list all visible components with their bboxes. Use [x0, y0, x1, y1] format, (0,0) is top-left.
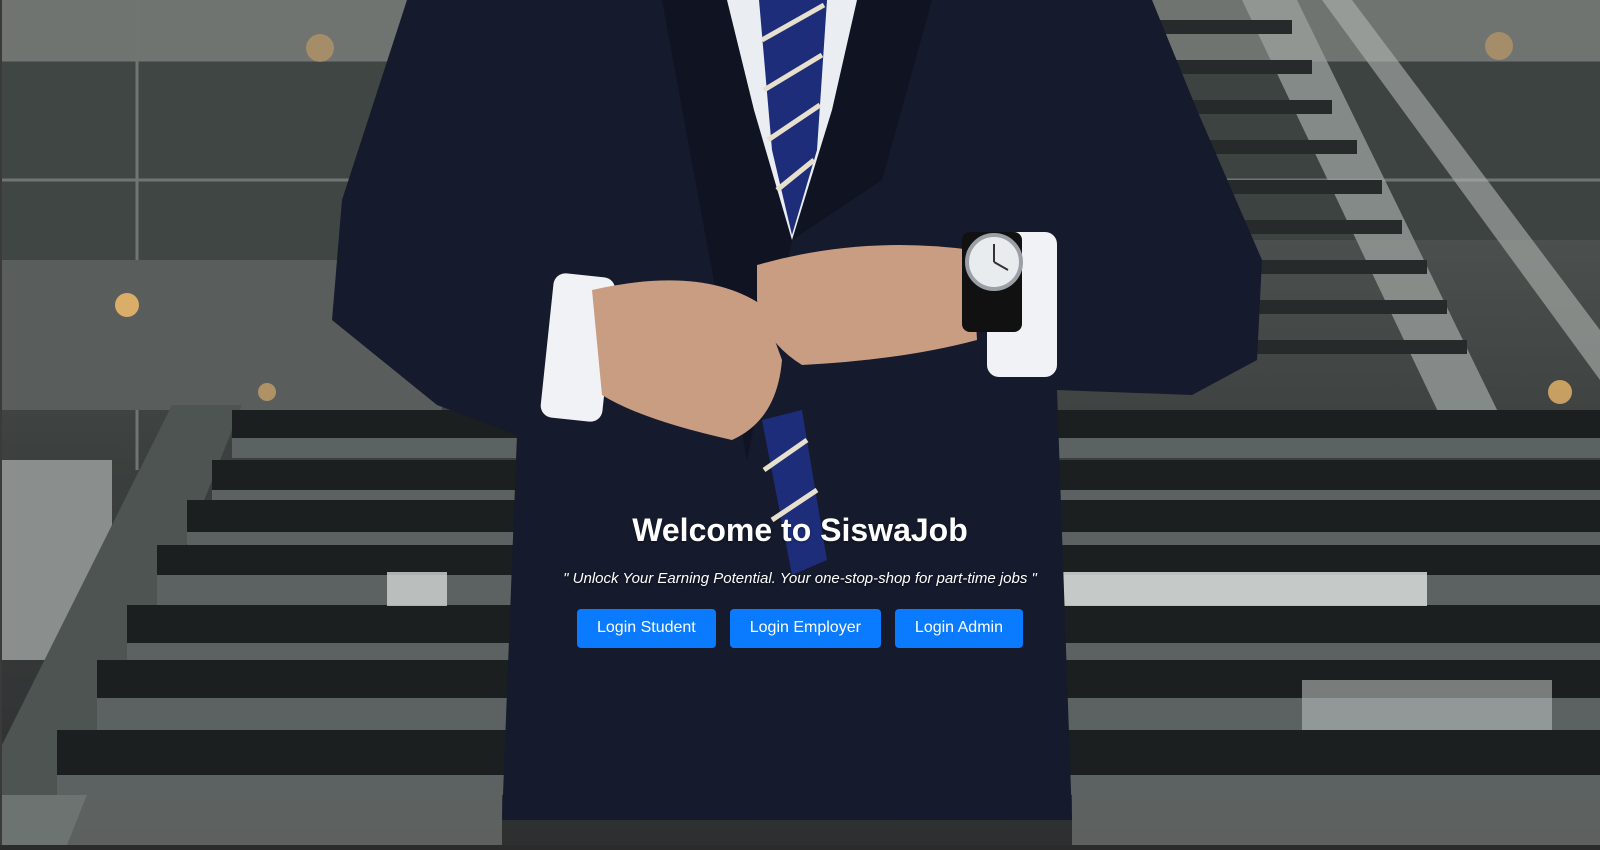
login-button-group: Login Student Login Employer Login Admin: [0, 608, 1600, 648]
hero-photo-illustration: [2, 0, 1600, 845]
page-title: Welcome to SiswaJob: [632, 512, 968, 548]
login-employer-button[interactable]: Login Employer: [729, 608, 881, 648]
login-admin-button[interactable]: Login Admin: [894, 608, 1023, 648]
bottom-strip: [0, 845, 1600, 850]
tagline: " Unlock Your Earning Potential. Your on…: [563, 569, 1037, 587]
login-student-button[interactable]: Login Student: [577, 608, 716, 648]
hero-background-image: [2, 0, 1600, 845]
landing-page: Welcome to SiswaJob " Unlock Your Earnin…: [0, 0, 1600, 850]
hero-content: Welcome to SiswaJob " Unlock Your Earnin…: [0, 510, 1600, 648]
